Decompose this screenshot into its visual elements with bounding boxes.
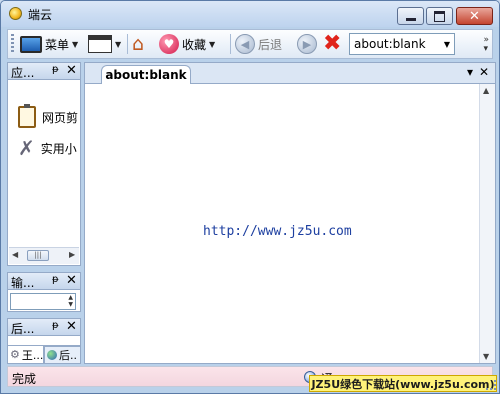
- menu-button[interactable]: 菜单 ▼: [20, 33, 78, 55]
- address-value: about:blank: [354, 37, 426, 51]
- close-panel-icon[interactable]: ✕: [66, 319, 77, 334]
- tab-label: 后..: [59, 349, 77, 362]
- globe-icon: [47, 350, 57, 360]
- pin-icon[interactable]: ᵽ: [52, 64, 59, 75]
- background-panel-header: 后... ᵽ ✕: [7, 318, 81, 336]
- title-bar[interactable]: 端云 ✕: [1, 1, 499, 27]
- side-bottom-tabs: ⚙ 王... 后..: [7, 346, 81, 364]
- apps-panel-title: 应...: [11, 66, 35, 80]
- home-button[interactable]: ⌂: [132, 33, 144, 55]
- minimize-button[interactable]: [397, 7, 424, 25]
- pin-icon[interactable]: ᵽ: [52, 274, 59, 285]
- tab-list-icon[interactable]: ▾: [467, 65, 473, 79]
- chevron-down-icon: ▼: [115, 39, 122, 49]
- close-panel-icon[interactable]: ✕: [66, 273, 77, 288]
- scroll-right-icon[interactable]: ▶: [69, 250, 75, 259]
- close-window-button[interactable]: ✕: [456, 7, 493, 25]
- app-logo-icon: [9, 7, 22, 20]
- app-item-label: 实用小: [40, 141, 77, 156]
- chevron-down-icon: ▼: [209, 39, 216, 49]
- tab-background[interactable]: 后..: [44, 346, 81, 364]
- toolbar-divider: [230, 34, 231, 54]
- apps-panel-body: 网页剪 ✗ 实用小 ◀ ||| ▶: [7, 80, 81, 266]
- scroll-up-icon[interactable]: ▲: [483, 86, 489, 95]
- page-content: http://www.jz5u.com: [85, 84, 480, 363]
- tab-about-blank[interactable]: about:blank: [101, 65, 191, 84]
- tab-title: about:blank: [105, 68, 187, 82]
- page-link[interactable]: http://www.jz5u.com: [203, 224, 352, 239]
- tools-icon: ✗: [18, 136, 35, 160]
- heart-icon: ♥: [159, 34, 179, 54]
- forward-button[interactable]: ▶: [297, 33, 317, 55]
- stop-icon: ✖: [323, 31, 342, 56]
- input-panel-body: ▲ ▼: [7, 290, 81, 312]
- toolbar-overflow-icon[interactable]: » ▾: [483, 36, 489, 54]
- favorites-button[interactable]: ♥ 收藏 ▼: [159, 33, 215, 55]
- gear-icon: ⚙: [10, 348, 20, 361]
- background-panel-body: [7, 336, 81, 346]
- close-icon: ✕: [469, 8, 480, 24]
- close-tab-icon[interactable]: ✕: [479, 65, 489, 79]
- toolbar: 菜单 ▼ ▼ ⌂ ♥ 收藏 ▼ ◀ 后退 ▶ ✖ about:blank ▼ »…: [7, 29, 493, 59]
- stop-button[interactable]: ✖: [323, 33, 341, 55]
- input-panel-title: 输...: [11, 276, 35, 290]
- vertical-scrollbar[interactable]: ▲ ▼: [479, 84, 495, 363]
- input-panel-header: 输... ᵽ ✕: [7, 272, 81, 290]
- horizontal-scrollbar[interactable]: ◀ ||| ▶: [9, 247, 79, 264]
- monitor-icon: [20, 35, 42, 53]
- app-item-label: 网页剪: [42, 110, 79, 125]
- window-title: 端云: [28, 8, 53, 22]
- tab-label: 王...: [21, 348, 44, 362]
- chevron-down-icon: ▼: [72, 39, 79, 49]
- background-panel-title: 后...: [11, 322, 35, 336]
- menu-label: 菜单: [45, 37, 70, 52]
- status-text: 完成: [12, 372, 37, 386]
- resize-grip-icon[interactable]: [486, 380, 496, 390]
- chevron-down-icon[interactable]: ▼: [444, 40, 450, 49]
- scroll-thumb[interactable]: |||: [27, 250, 49, 261]
- toolbar-grip[interactable]: [11, 34, 14, 54]
- app-item-tools[interactable]: ✗ 实用小: [18, 138, 77, 158]
- back-label: 后退: [258, 37, 283, 52]
- tab-tasks[interactable]: ⚙ 王...: [7, 346, 44, 364]
- number-stepper[interactable]: ▲ ▼: [10, 293, 76, 310]
- address-bar[interactable]: about:blank ▼: [349, 33, 455, 55]
- app-window: 端云 ✕ 菜单 ▼ ▼ ⌂ ♥ 收藏 ▼ ◀ 后退 ▶ ✖ about:blan…: [0, 0, 500, 394]
- tab-strip: about:blank ▾ ✕: [85, 63, 495, 84]
- home-icon: ⌂: [132, 32, 145, 55]
- scroll-down-icon[interactable]: ▼: [483, 352, 489, 361]
- scroll-left-icon[interactable]: ◀: [12, 250, 18, 259]
- back-button[interactable]: ◀ 后退: [235, 33, 282, 55]
- side-panel: 应... ᵽ ✕ 网页剪 ✗ 实用小 ◀ ||| ▶ 输... ᵽ ✕ ▲ ▼ …: [7, 62, 81, 364]
- maximize-button[interactable]: [426, 7, 453, 25]
- back-arrow-icon: ◀: [235, 34, 255, 54]
- minimize-icon: [405, 17, 416, 21]
- favorites-label: 收藏: [182, 37, 207, 52]
- apps-panel-header: 应... ᵽ ✕: [7, 62, 81, 80]
- pin-icon[interactable]: ᵽ: [52, 320, 59, 331]
- browser-area: about:blank ▾ ✕ http://www.jz5u.com ▲ ▼: [84, 62, 496, 364]
- close-panel-icon[interactable]: ✕: [66, 63, 77, 78]
- clipboard-icon: [18, 104, 36, 128]
- maximize-icon: [434, 10, 445, 22]
- window-icon: [88, 35, 112, 53]
- watermark-banner: JZ5U绿色下载站(www.jz5u.com): [309, 375, 497, 392]
- app-item-webclip[interactable]: 网页剪: [18, 104, 79, 128]
- stepper-arrows-icon[interactable]: ▲ ▼: [68, 294, 73, 308]
- window-menu-button[interactable]: ▼: [88, 33, 121, 55]
- toolbar-divider: [127, 34, 128, 54]
- forward-arrow-icon: ▶: [297, 34, 317, 54]
